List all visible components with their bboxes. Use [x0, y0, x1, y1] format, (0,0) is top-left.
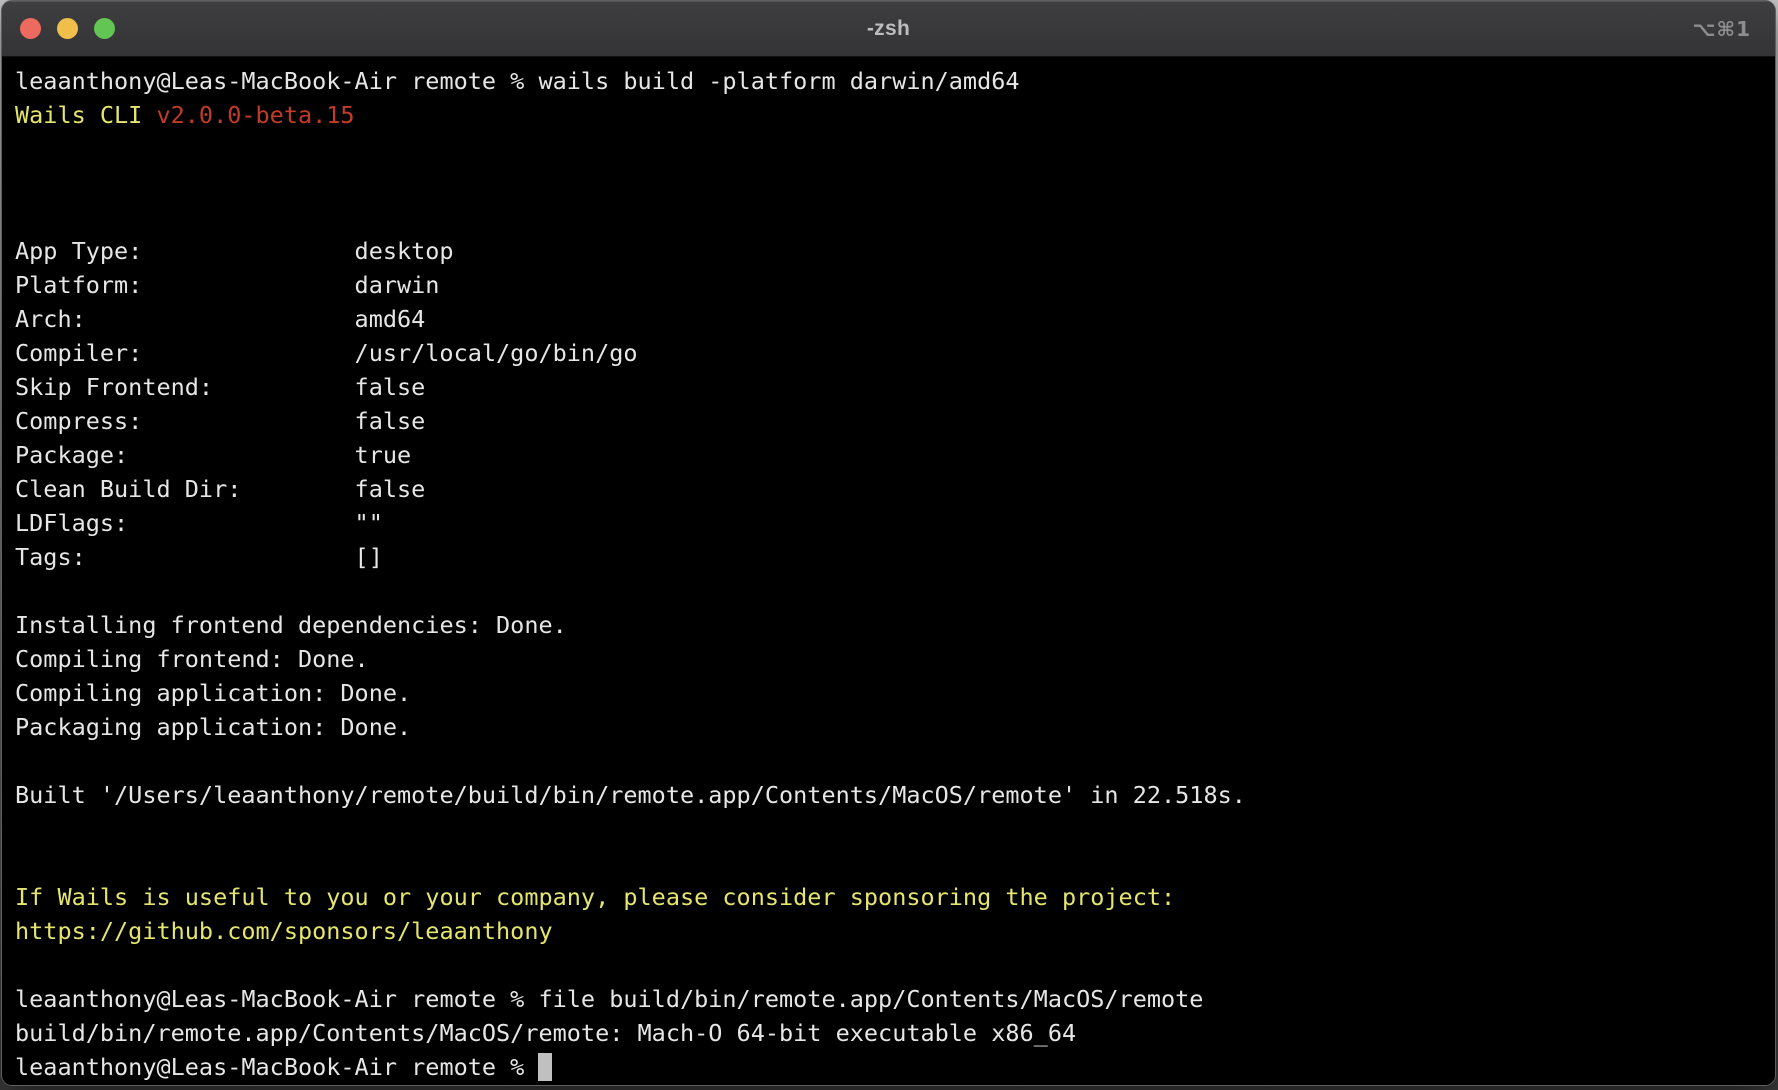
terminal-window: -zsh ⌥⌘1 leaanthony@Leas-MacBook-Air rem…	[1, 0, 1776, 1086]
progress-line: Packaging application: Done.	[15, 710, 1769, 744]
wails-cli-label: Wails CLI	[15, 101, 156, 129]
config-value: /usr/local/go/bin/go	[355, 339, 638, 367]
config-row: Skip Frontend:false	[15, 370, 1769, 404]
traffic-lights	[20, 1, 115, 56]
config-label: Clean Build Dir:	[15, 472, 355, 506]
config-row: Platform:darwin	[15, 268, 1769, 302]
tab-shortcut-label: ⌥⌘1	[1692, 1, 1751, 56]
cursor-block	[538, 1053, 552, 1081]
config-value: false	[355, 475, 426, 503]
sponsor-url-line: https://github.com/sponsors/leaanthony	[15, 914, 1769, 948]
file-output-line: build/bin/remote.app/Contents/MacOS/remo…	[15, 1016, 1769, 1050]
empty-line	[15, 200, 1769, 234]
config-label: Tags:	[15, 540, 355, 574]
empty-line	[15, 132, 1769, 166]
minimize-button[interactable]	[57, 18, 78, 39]
config-value: []	[355, 543, 383, 571]
window-title: -zsh	[867, 17, 910, 41]
progress-line: Compiling application: Done.	[15, 676, 1769, 710]
empty-line	[15, 812, 1769, 846]
empty-line	[15, 744, 1769, 778]
empty-line	[15, 846, 1769, 880]
config-label: Arch:	[15, 302, 355, 336]
config-label: Compiler:	[15, 336, 355, 370]
config-label: Package:	[15, 438, 355, 472]
version-label: v2.0.0-beta.15	[156, 101, 354, 129]
build-command-line: leaanthony@Leas-MacBook-Air remote % wai…	[15, 64, 1769, 98]
close-button[interactable]	[20, 18, 41, 39]
empty-line	[15, 948, 1769, 982]
config-label: App Type:	[15, 234, 355, 268]
config-row: Arch:amd64	[15, 302, 1769, 336]
config-row: Tags:[]	[15, 540, 1769, 574]
config-row: Compiler:/usr/local/go/bin/go	[15, 336, 1769, 370]
titlebar[interactable]: -zsh ⌥⌘1	[2, 1, 1775, 57]
sponsor-message-line: If Wails is useful to you or your compan…	[15, 880, 1769, 914]
config-row: Compress:false	[15, 404, 1769, 438]
config-value: desktop	[355, 237, 454, 265]
config-row: LDFlags:""	[15, 506, 1769, 540]
terminal-screen[interactable]: leaanthony@Leas-MacBook-Air remote % wai…	[2, 57, 1775, 1085]
progress-line: Installing frontend dependencies: Done.	[15, 608, 1769, 642]
built-line: Built '/Users/leaanthony/remote/build/bi…	[15, 778, 1769, 812]
config-value: darwin	[355, 271, 440, 299]
prompt-text: leaanthony@Leas-MacBook-Air remote %	[15, 1053, 538, 1081]
config-value: false	[355, 407, 426, 435]
config-row: Package:true	[15, 438, 1769, 472]
config-value: amd64	[355, 305, 426, 333]
prompt-line: leaanthony@Leas-MacBook-Air remote %	[15, 1050, 1769, 1084]
banner-line: Wails CLI v2.0.0-beta.15	[15, 98, 1769, 132]
empty-line	[15, 166, 1769, 200]
config-row: Clean Build Dir:false	[15, 472, 1769, 506]
config-value: true	[355, 441, 412, 469]
config-label: Skip Frontend:	[15, 370, 355, 404]
empty-line	[15, 574, 1769, 608]
zoom-button[interactable]	[94, 18, 115, 39]
file-command-line: leaanthony@Leas-MacBook-Air remote % fil…	[15, 982, 1769, 1016]
config-row: App Type:desktop	[15, 234, 1769, 268]
config-value: false	[355, 373, 426, 401]
progress-line: Compiling frontend: Done.	[15, 642, 1769, 676]
config-label: Platform:	[15, 268, 355, 302]
config-value: ""	[355, 509, 383, 537]
config-label: Compress:	[15, 404, 355, 438]
config-label: LDFlags:	[15, 506, 355, 540]
